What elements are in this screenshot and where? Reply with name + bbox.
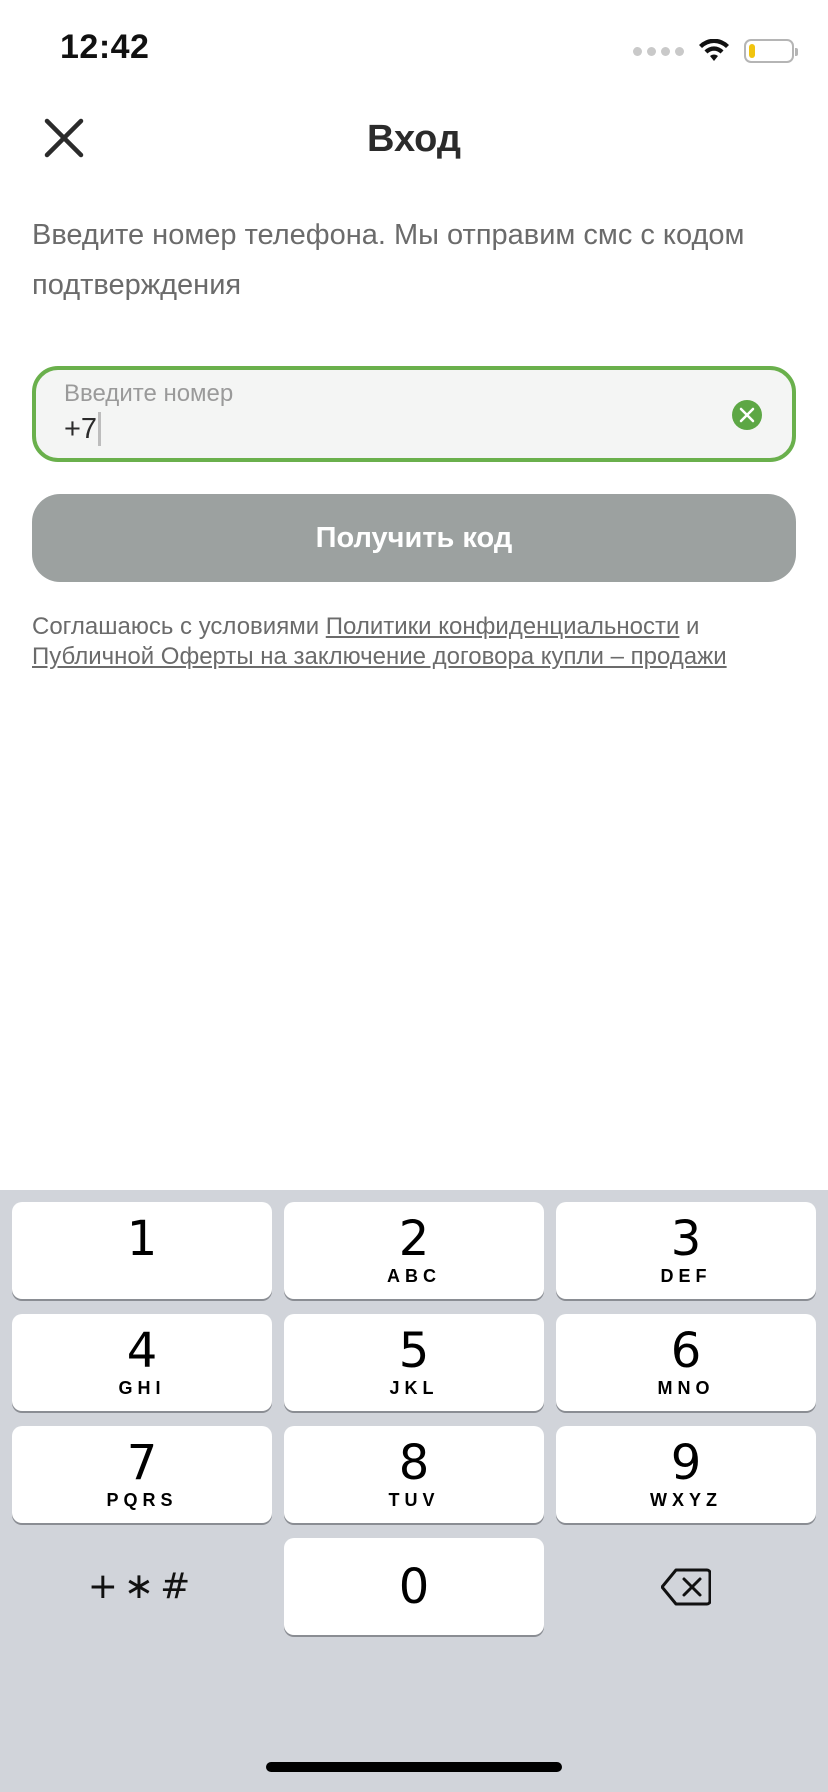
backspace-key[interactable] (556, 1538, 816, 1635)
key-letters: DEF (660, 1265, 712, 1286)
text-caret (98, 412, 102, 446)
key-digit: 4 (126, 1322, 158, 1379)
key-letters: JKL (389, 1377, 439, 1398)
status-icons (633, 36, 798, 66)
key-5[interactable]: 5 JKL (284, 1314, 544, 1411)
phone-field[interactable]: Введите номер +7 (32, 366, 796, 462)
key-7[interactable]: 7 PQRS (12, 1426, 272, 1523)
key-6[interactable]: 6 MNO (556, 1314, 816, 1411)
key-2[interactable]: 2 ABC (284, 1202, 544, 1299)
symbols-key[interactable]: +∗# (12, 1538, 272, 1635)
consent-text: Соглашаюсь с условиями Политики конфиден… (32, 612, 812, 672)
intro-text: Введите номер телефона. Мы отправим смс … (32, 219, 745, 301)
key-digit: 1 (126, 1210, 158, 1267)
symbols-label: +∗# (87, 1566, 197, 1607)
consent-prefix: Соглашаюсь с условиями (32, 613, 326, 640)
key-9[interactable]: 9 WXYZ (556, 1426, 816, 1523)
cellular-signal-icon (633, 46, 684, 56)
key-digit: 2 (398, 1210, 430, 1267)
key-digit: 8 (398, 1434, 430, 1491)
backspace-icon (661, 1568, 711, 1605)
phone-input-value: +7 (64, 412, 98, 445)
battery-level (749, 44, 755, 58)
key-1[interactable]: 1 (12, 1202, 272, 1299)
key-0[interactable]: 0 (284, 1538, 544, 1635)
public-offer-link[interactable]: Публичной Оферты на заключение договора … (32, 643, 727, 670)
key-digit: 7 (126, 1434, 158, 1491)
status-bar: 12:42 (0, 0, 828, 100)
home-indicator[interactable] (266, 1762, 562, 1772)
clear-icon[interactable] (732, 400, 762, 430)
key-letters: WXYZ (650, 1489, 722, 1510)
privacy-policy-link[interactable]: Политики конфиденциальности (326, 613, 680, 640)
page-title: Вход (367, 118, 461, 160)
key-letters: ABC (387, 1265, 441, 1286)
key-8[interactable]: 8 TUV (284, 1426, 544, 1523)
key-3[interactable]: 3 DEF (556, 1202, 816, 1299)
key-letters: TUV (388, 1489, 440, 1510)
wifi-icon (699, 39, 729, 61)
key-digit: 3 (670, 1210, 702, 1267)
get-code-button[interactable]: Получить код (32, 494, 796, 582)
key-digit: 6 (670, 1322, 702, 1379)
clear-x-icon (739, 407, 755, 423)
key-letters: GHI (118, 1377, 166, 1398)
key-digit: 5 (398, 1322, 430, 1379)
key-4[interactable]: 4 GHI (12, 1314, 272, 1411)
status-time: 12:42 (60, 28, 150, 66)
key-digit: 9 (670, 1434, 702, 1491)
key-letters: PQRS (106, 1489, 178, 1510)
key-letters: MNO (657, 1377, 715, 1398)
consent-conjunction: и (679, 613, 700, 640)
phone-field-label: Введите номер (64, 380, 234, 407)
numeric-keyboard: 1 2 ABC 3 DEF 4 GHI 5 JKL 6 MNO 7 PQRS 8… (0, 1190, 828, 1792)
battery-icon (744, 39, 798, 63)
phone-input[interactable]: +7 (64, 412, 102, 446)
key-digit: 0 (398, 1558, 430, 1615)
